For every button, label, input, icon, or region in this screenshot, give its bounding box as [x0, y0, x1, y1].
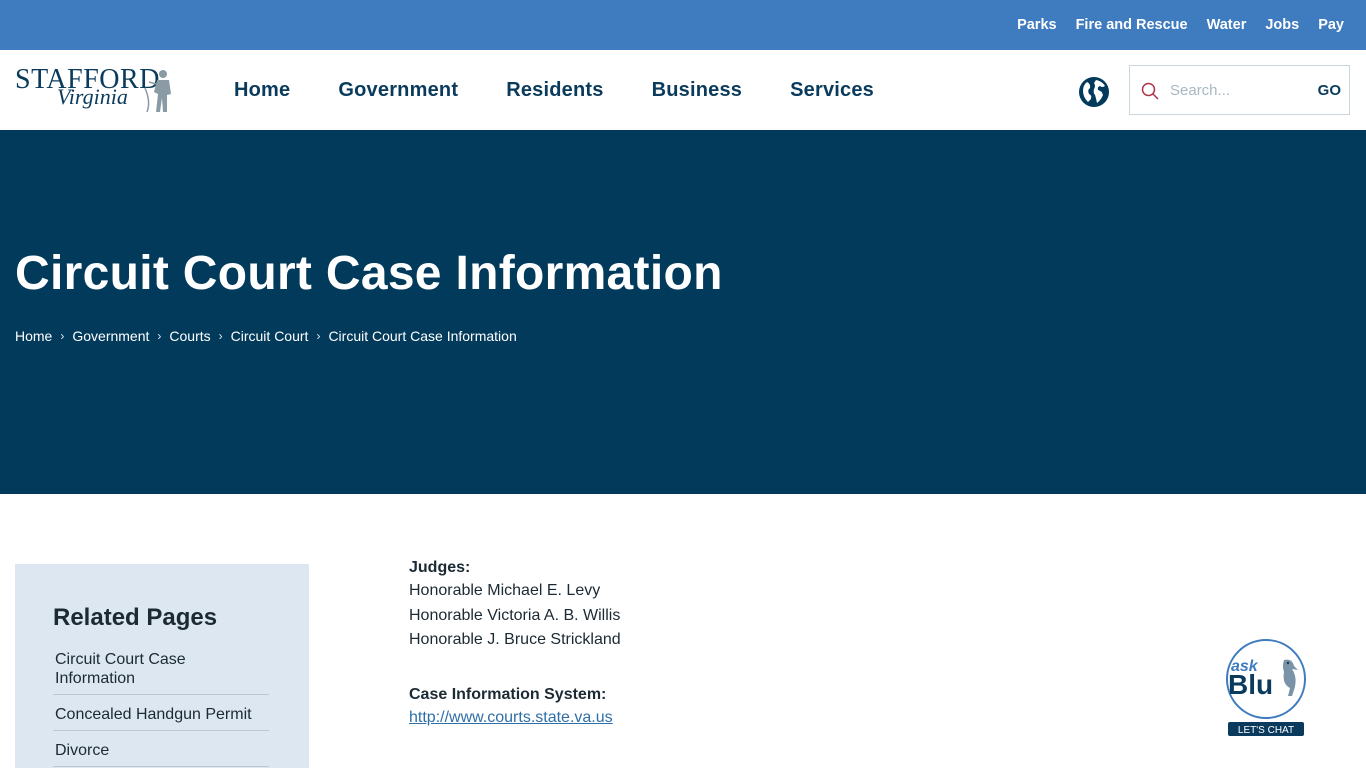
breadcrumb-courts[interactable]: Courts — [169, 328, 210, 344]
judge-name: Honorable Victoria A. B. Willis — [409, 606, 621, 624]
main-nav: Home Government Residents Business Servi… — [234, 50, 922, 130]
breadcrumb-home[interactable]: Home — [15, 328, 52, 344]
breadcrumb-current-page[interactable]: Circuit Court Case Information — [328, 328, 516, 344]
search-box: GO — [1129, 65, 1350, 115]
judges-label: Judges: — [409, 559, 471, 576]
site-header: STAFFORD Virginia Home Government Reside… — [0, 50, 1366, 130]
utility-link-parks[interactable]: Parks — [1017, 17, 1057, 33]
related-pages-sidebar: Related Pages Circuit Court Case Informa… — [15, 564, 309, 768]
ask-blu-chat-widget[interactable]: ask Blu LET'S CHAT — [1226, 638, 1306, 738]
utility-link-water[interactable]: Water — [1207, 17, 1247, 33]
search-icon — [1141, 82, 1159, 100]
judge-name: Honorable J. Bruce Strickland — [409, 631, 621, 648]
nav-services[interactable]: Services — [790, 79, 874, 102]
logo-figure-icon — [144, 70, 171, 113]
main-content: Judges: Honorable Michael E. Levy Honora… — [409, 557, 1009, 730]
utility-link-pay[interactable]: Pay — [1318, 17, 1344, 33]
breadcrumb-separator: › — [60, 329, 65, 343]
breadcrumb-government[interactable]: Government — [72, 328, 149, 344]
judge-name: Honorable Michael E. Levy — [409, 582, 601, 599]
utility-link-jobs[interactable]: Jobs — [1265, 17, 1299, 33]
related-page-circuit-court-case-information[interactable]: Circuit Court Case Information — [53, 650, 269, 695]
chat-brand-text: Blu — [1228, 669, 1273, 700]
utility-link-fire-and-rescue[interactable]: Fire and Rescue — [1076, 17, 1188, 33]
page-hero: Circuit Court Case Information Home › Go… — [0, 130, 1366, 494]
stafford-virginia-logo[interactable]: STAFFORD Virginia — [15, 64, 180, 116]
breadcrumb: Home › Government › Courts › Circuit Cou… — [15, 328, 517, 344]
related-page-concealed-handgun-permit[interactable]: Concealed Handgun Permit — [53, 705, 269, 731]
breadcrumb-separator: › — [316, 329, 321, 343]
nav-home[interactable]: Home — [234, 79, 290, 102]
breadcrumb-separator: › — [157, 329, 162, 343]
case-information-system-label: Case Information System: — [409, 685, 607, 703]
ask-blu-chat-icon: ask Blu LET'S CHAT — [1226, 639, 1306, 736]
nav-government[interactable]: Government — [338, 79, 458, 102]
chat-cta-text: LET'S CHAT — [1238, 725, 1294, 736]
breadcrumb-separator: › — [218, 329, 223, 343]
page-title: Circuit Court Case Information — [15, 247, 723, 300]
breadcrumb-circuit-court[interactable]: Circuit Court — [231, 328, 309, 344]
utility-nav: Parks Fire and Rescue Water Jobs Pay — [1017, 0, 1344, 50]
logo-text-virginia: Virginia — [57, 84, 128, 109]
utility-bar: Parks Fire and Rescue Water Jobs Pay — [0, 0, 1366, 50]
related-page-divorce[interactable]: Divorce — [53, 741, 269, 767]
globe-icon[interactable] — [1078, 76, 1110, 108]
related-pages-list: Circuit Court Case Information Concealed… — [53, 650, 269, 768]
related-pages-title: Related Pages — [53, 604, 218, 631]
case-information-system-link[interactable]: http://www.courts.state.va.us — [409, 709, 613, 726]
search-go-button[interactable]: GO — [1318, 76, 1341, 104]
nav-business[interactable]: Business — [652, 79, 743, 102]
search-input[interactable] — [1170, 75, 1305, 105]
nav-residents[interactable]: Residents — [506, 79, 603, 102]
